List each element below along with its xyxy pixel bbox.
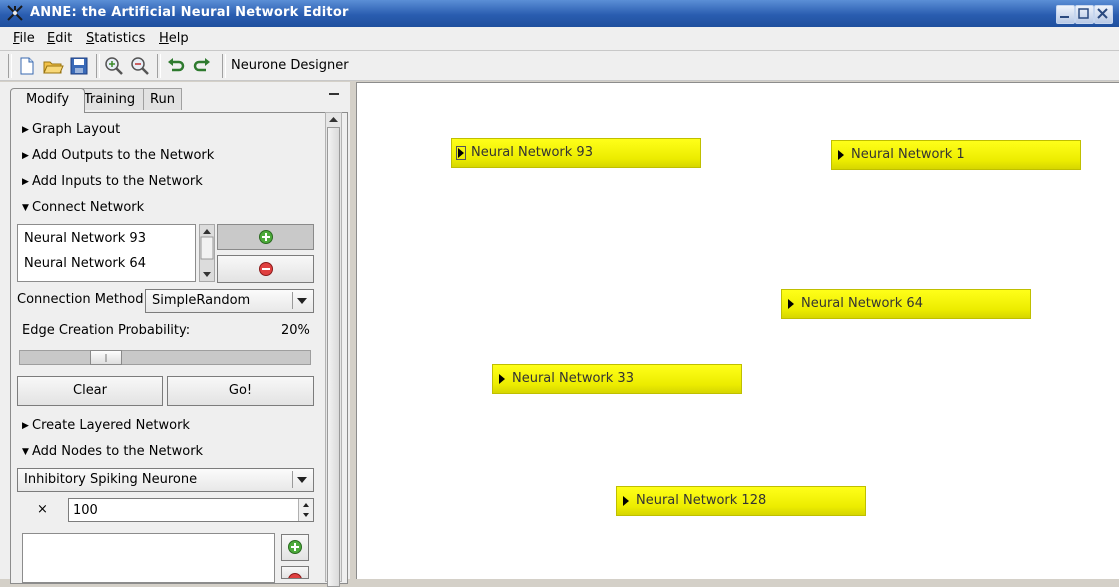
- tab-run[interactable]: Run: [144, 88, 182, 110]
- toolbar-separator: [96, 54, 100, 78]
- zoom-out-icon: [131, 57, 149, 75]
- network-list[interactable]: Neural Network 93 Neural Network 64: [17, 224, 196, 282]
- save-icon: [70, 57, 88, 75]
- panel-collapse-icon[interactable]: [327, 88, 341, 100]
- network-node[interactable]: Neural Network 64: [781, 289, 1031, 319]
- app-logo-icon: [7, 5, 23, 21]
- new-file-icon: [20, 57, 34, 75]
- expand-arrow-icon: ▶: [22, 177, 29, 187]
- scrollbar-thumb[interactable]: [327, 127, 340, 587]
- maximize-icon: [1078, 8, 1089, 19]
- minimize-button[interactable]: [1056, 5, 1075, 24]
- edge-probability-value: 20%: [281, 323, 310, 338]
- collapse-arrow-icon: ▼: [22, 203, 29, 213]
- expand-arrow-icon: ▶: [22, 421, 29, 431]
- network-node[interactable]: Neural Network 128: [616, 486, 866, 516]
- section-add-nodes[interactable]: ▼ Add Nodes to the Network: [22, 444, 203, 459]
- redo-icon: [193, 58, 210, 72]
- undo-icon: [168, 58, 185, 72]
- neurone-designer-label[interactable]: Neurone Designer: [231, 58, 349, 73]
- menu-edit[interactable]: Edit: [47, 31, 72, 46]
- title-bar[interactable]: ANNE: the Artificial Neural Network Edit…: [0, 0, 1119, 27]
- scroll-arrows-icon: [200, 229, 214, 277]
- close-button[interactable]: [1094, 5, 1113, 24]
- edge-probability-label: Edge Creation Probability:: [22, 323, 191, 338]
- list-scrollbar[interactable]: [199, 224, 215, 282]
- expand-arrow-icon[interactable]: [499, 374, 505, 384]
- connection-method-label: Connection Method:: [17, 292, 148, 307]
- network-node[interactable]: Neural Network 33: [492, 364, 742, 394]
- neurone-type-select[interactable]: Inhibitory Spiking Neurone: [17, 468, 314, 492]
- toolbar-separator: [157, 54, 161, 78]
- zoom-out-button[interactable]: [129, 55, 151, 77]
- expand-arrow-icon: ▶: [22, 151, 29, 161]
- open-button[interactable]: [42, 55, 64, 77]
- toolbar-separator: [222, 54, 226, 78]
- network-canvas[interactable]: Neural Network 93 Neural Network 1 Neura…: [356, 82, 1119, 579]
- save-button[interactable]: [68, 55, 90, 77]
- spin-arrows-icon: [303, 503, 309, 517]
- tab-modify[interactable]: Modify: [10, 88, 85, 113]
- edge-probability-slider[interactable]: [19, 350, 311, 365]
- window-title: ANNE: the Artificial Neural Network Edit…: [30, 5, 349, 20]
- zoom-in-button[interactable]: [103, 55, 125, 77]
- add-icon: [288, 540, 302, 554]
- collapse-arrow-icon: ▼: [22, 447, 29, 457]
- section-connect-network[interactable]: ▼ Connect Network: [22, 200, 144, 215]
- maximize-button[interactable]: [1075, 5, 1094, 24]
- undo-button[interactable]: [165, 55, 187, 77]
- chevron-down-icon: [297, 477, 307, 483]
- expand-arrow-icon[interactable]: [838, 150, 844, 160]
- section-add-outputs[interactable]: ▶ Add Outputs to the Network: [22, 148, 214, 163]
- slider-handle[interactable]: [90, 350, 122, 365]
- section-graph-layout[interactable]: ▶ Graph Layout: [22, 122, 120, 137]
- multiplier-label: ×: [37, 502, 48, 517]
- expand-arrow-icon: ▶: [22, 125, 29, 135]
- remove-icon: [288, 573, 302, 578]
- add-node-button[interactable]: [281, 534, 309, 561]
- add-network-button[interactable]: [217, 224, 314, 250]
- section-add-inputs[interactable]: ▶ Add Inputs to the Network: [22, 174, 203, 189]
- remove-icon: [258, 262, 273, 276]
- menu-bar: File Edit Statistics Help: [0, 27, 1119, 51]
- node-list[interactable]: [22, 533, 275, 583]
- list-item[interactable]: Neural Network 64: [24, 256, 146, 271]
- toolbar-handle[interactable]: [8, 54, 12, 78]
- menu-statistics[interactable]: Statistics: [86, 31, 145, 46]
- zoom-in-icon: [105, 57, 123, 75]
- expand-arrow-icon[interactable]: [788, 299, 794, 309]
- section-create-layered[interactable]: ▶ Create Layered Network: [22, 418, 190, 433]
- expand-arrow-icon[interactable]: [623, 496, 629, 506]
- menu-file[interactable]: File: [13, 31, 35, 46]
- toolbar: Neurone Designer: [0, 51, 1119, 81]
- chevron-down-icon: [297, 298, 307, 304]
- list-item[interactable]: Neural Network 93: [24, 231, 146, 246]
- network-node[interactable]: Neural Network 93: [451, 138, 701, 168]
- spin-arrows[interactable]: [298, 499, 313, 521]
- add-icon: [258, 230, 273, 244]
- remove-network-button[interactable]: [217, 255, 314, 283]
- new-button[interactable]: [16, 55, 38, 77]
- clear-button[interactable]: Clear: [17, 376, 163, 406]
- open-folder-icon: [43, 61, 64, 74]
- close-icon: [1097, 8, 1108, 19]
- menu-help[interactable]: Help: [159, 31, 189, 46]
- grip-icon: [105, 354, 107, 362]
- panel-scrollbar[interactable]: [325, 112, 342, 587]
- go-button[interactable]: Go!: [167, 376, 314, 406]
- network-node[interactable]: Neural Network 1: [831, 140, 1081, 170]
- minimize-icon: [1060, 16, 1069, 18]
- tab-training[interactable]: Training: [76, 88, 144, 110]
- connection-method-select[interactable]: SimpleRandom: [145, 289, 314, 313]
- expand-arrow-icon[interactable]: [456, 146, 466, 160]
- remove-node-button[interactable]: [281, 566, 309, 579]
- node-count-spinbox[interactable]: 100: [68, 498, 314, 522]
- scroll-up-icon[interactable]: [326, 113, 341, 125]
- redo-button[interactable]: [191, 55, 213, 77]
